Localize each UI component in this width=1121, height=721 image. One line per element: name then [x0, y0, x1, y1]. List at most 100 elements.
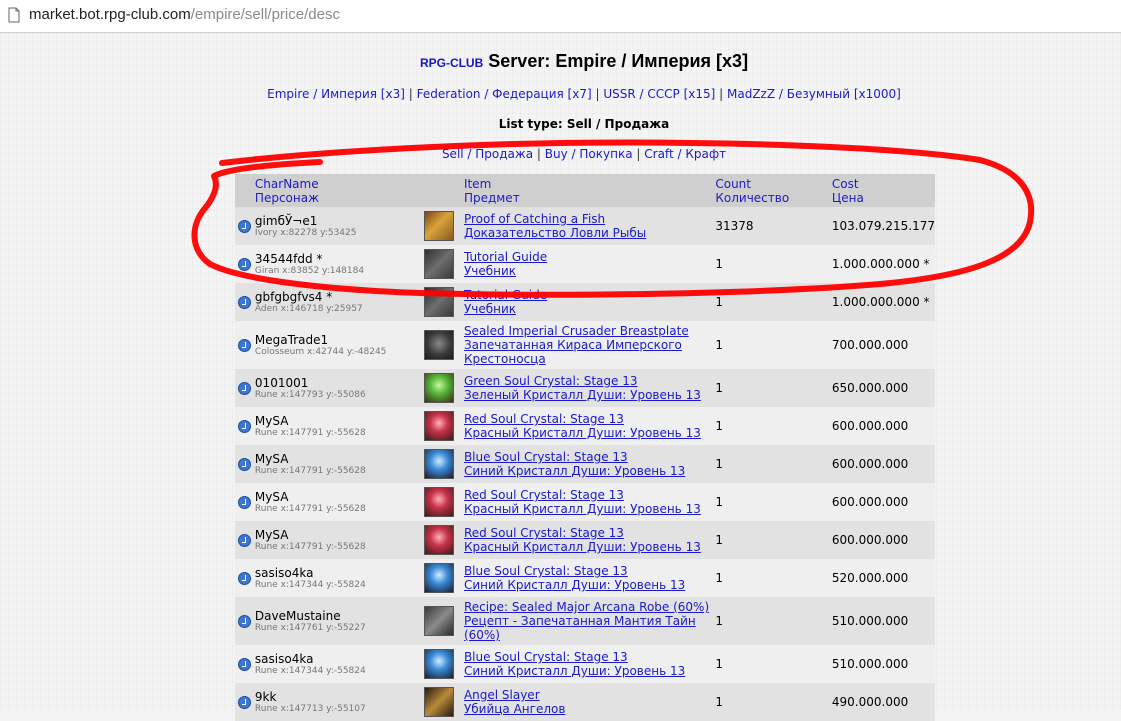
cost-cell: 510.000.000 — [831, 645, 935, 683]
type-link-craft[interactable]: Craft / Крафт — [644, 147, 726, 161]
item-link-ru[interactable]: Синий Кристалл Души: Уровень 13 — [464, 464, 715, 478]
locate-cell — [235, 483, 255, 521]
table-row: 0101001 Rune x:147793 y:-55086 Green Sou… — [235, 369, 935, 407]
server-link-federation[interactable]: Federation / Федерация [x7] — [417, 87, 592, 101]
char-name: sasiso4ka — [254, 565, 314, 580]
char-name: MySA — [254, 527, 289, 542]
page-title: RPG-CLUB Server: Empire / Империя [x3] — [0, 51, 1121, 72]
item-link-en[interactable]: Green Soul Crystal: Stage 13 — [464, 374, 715, 388]
item-link-en[interactable]: Proof of Catching a Fish — [464, 212, 715, 226]
table-row: MySA Rune x:147791 y:-55628 Red Soul Cry… — [235, 521, 935, 559]
item-link-en[interactable]: Blue Soul Crystal: Stage 13 — [464, 450, 715, 464]
char-location: Rune x:147344 y:-55824 — [254, 579, 366, 590]
red-crystal-icon — [424, 411, 455, 441]
column-label-en: Item — [463, 177, 492, 191]
table-row: 9kk Rune x:147713 y:-55107 Angel Slayer … — [235, 683, 935, 721]
item-link-ru[interactable]: Синий Кристалл Души: Уровень 13 — [464, 578, 715, 592]
item-link-ru[interactable]: Рецепт - Запечатанная Мантия Тайн (60%) — [464, 614, 715, 642]
locate-globe-icon[interactable] — [238, 615, 252, 628]
locate-globe-icon[interactable] — [238, 296, 252, 309]
char-cell: gimбЎ¬e1 Ivory x:82278 y:53425 — [254, 207, 425, 245]
char-location: Giran x:83852 y:148184 — [254, 265, 365, 276]
item-link-en[interactable]: Angel Slayer — [464, 688, 715, 702]
char-name: sasiso4ka — [254, 651, 314, 666]
char-name: MySA — [254, 413, 289, 428]
server-link-madzzz[interactable]: MadZzZ / Безумный [x1000] — [727, 87, 901, 101]
item-link-ru[interactable]: Красный Кристалл Души: Уровень 13 — [464, 502, 715, 516]
locate-globe-icon[interactable] — [238, 382, 252, 395]
fish-proof-icon — [424, 211, 455, 241]
locate-globe-icon[interactable] — [238, 658, 252, 671]
table-row: MegaTrade1 Colosseum x:42744 y:-48245 Se… — [235, 321, 935, 369]
item-link-en[interactable]: Blue Soul Crystal: Stage 13 — [464, 650, 715, 664]
locate-globe-icon[interactable] — [238, 572, 252, 585]
market-page: RPG-CLUB Server: Empire / Империя [x3] E… — [0, 33, 1121, 721]
item-link-ru[interactable]: Синий Кристалл Души: Уровень 13 — [464, 664, 715, 678]
type-link-sell[interactable]: Sell / Продажа — [442, 147, 533, 161]
blue-crystal-icon — [424, 649, 455, 679]
locate-globe-icon[interactable] — [238, 534, 252, 547]
url-text[interactable]: market.bot.rpg-club.com/empire/sell/pric… — [29, 6, 340, 23]
item-icon-cell — [424, 597, 464, 645]
char-name: MySA — [254, 489, 289, 504]
table-row: gimбЎ¬e1 Ivory x:82278 y:53425 Proof of … — [235, 207, 935, 245]
list-type-links: Sell / Продажа | Buy / Покупка | Craft /… — [0, 147, 1121, 161]
item-link-ru[interactable]: Красный Кристалл Души: Уровень 13 — [464, 426, 715, 440]
item-link-en[interactable]: Sealed Imperial Crusader Breastplate — [464, 324, 715, 338]
locate-globe-icon[interactable] — [238, 496, 252, 509]
item-icon-cell — [424, 369, 464, 407]
item-link-ru[interactable]: Учебник — [464, 302, 715, 316]
item-link-en[interactable]: Tutorial Guide — [464, 250, 715, 264]
item-link-en[interactable]: Red Soul Crystal: Stage 13 — [464, 526, 715, 540]
locate-cell — [235, 645, 255, 683]
locate-globe-icon[interactable] — [238, 696, 252, 709]
cost-cell: 650.000.000 — [831, 369, 935, 407]
item-cell: Tutorial Guide Учебник — [463, 245, 716, 283]
locate-globe-icon[interactable] — [238, 420, 252, 433]
column-header-item[interactable]: Item Предмет — [463, 174, 716, 207]
locate-globe-icon[interactable] — [238, 258, 252, 271]
count-cell: 1 — [715, 521, 832, 559]
item-link-en[interactable]: Red Soul Crystal: Stage 13 — [464, 488, 715, 502]
char-name: gimбЎ¬e1 — [254, 213, 318, 228]
type-link-buy[interactable]: Buy / Покупка — [545, 147, 633, 161]
column-header-count[interactable]: Count Количество — [715, 174, 832, 207]
locate-globe-icon[interactable] — [238, 220, 252, 233]
item-link-ru[interactable]: Убийца Ангелов — [464, 702, 715, 716]
item-link-en[interactable]: Red Soul Crystal: Stage 13 — [464, 412, 715, 426]
item-link-ru[interactable]: Доказательство Ловли Рыбы — [464, 226, 715, 240]
table-row: DaveMustaine Rune x:147761 y:-55227 Reci… — [235, 597, 935, 645]
table-row: 34544fdd * Giran x:83852 y:148184 Tutori… — [235, 245, 935, 283]
item-link-en[interactable]: Blue Soul Crystal: Stage 13 — [464, 564, 715, 578]
char-cell: DaveMustaine Rune x:147761 y:-55227 — [254, 597, 425, 645]
count-cell: 1 — [715, 683, 832, 721]
item-cell: Proof of Catching a Fish Доказательство … — [463, 207, 716, 245]
item-link-ru[interactable]: Зеленый Кристалл Души: Уровень 13 — [464, 388, 715, 402]
address-bar[interactable]: market.bot.rpg-club.com/empire/sell/pric… — [0, 0, 1121, 33]
char-name: MySA — [254, 451, 289, 466]
locate-cell — [235, 283, 255, 321]
item-link-en[interactable]: Tutorial Guide — [464, 288, 715, 302]
char-cell: 34544fdd * Giran x:83852 y:148184 — [254, 245, 425, 283]
item-link-ru[interactable]: Запечатанная Кираса Имперского Крестонос… — [464, 338, 715, 366]
server-link-empire[interactable]: Empire / Империя [x3] — [267, 87, 405, 101]
table-row: gbfgbgfvs4 * Aden x:146718 y:25957 Tutor… — [235, 283, 935, 321]
item-link-en[interactable]: Recipe: Sealed Major Arcana Robe (60%) — [464, 600, 715, 614]
column-header-char[interactable]: CharName Персонаж — [254, 174, 425, 207]
item-link-ru[interactable]: Красный Кристалл Души: Уровень 13 — [464, 540, 715, 554]
count-cell: 1 — [715, 597, 832, 645]
item-link-ru[interactable]: Учебник — [464, 264, 715, 278]
cost-cell: 510.000.000 — [831, 597, 935, 645]
char-location: Rune x:147793 y:-55086 — [254, 389, 366, 400]
server-link-ussr[interactable]: USSR / СССР [x15] — [603, 87, 715, 101]
table-header-row: CharName Персонаж Item Предмет Count Количе… — [235, 174, 935, 207]
char-location: Aden x:146718 y:25957 — [254, 303, 363, 314]
book-icon — [424, 249, 455, 279]
item-icon-cell — [424, 483, 464, 521]
locate-globe-icon[interactable] — [238, 339, 252, 352]
column-header-cost[interactable]: Cost Цена — [831, 174, 935, 207]
separator: | — [536, 147, 541, 161]
locate-globe-icon[interactable] — [238, 458, 252, 471]
column-label-ru: Персонаж — [254, 191, 319, 205]
item-cell: Green Soul Crystal: Stage 13 Зеленый Кри… — [463, 369, 716, 407]
